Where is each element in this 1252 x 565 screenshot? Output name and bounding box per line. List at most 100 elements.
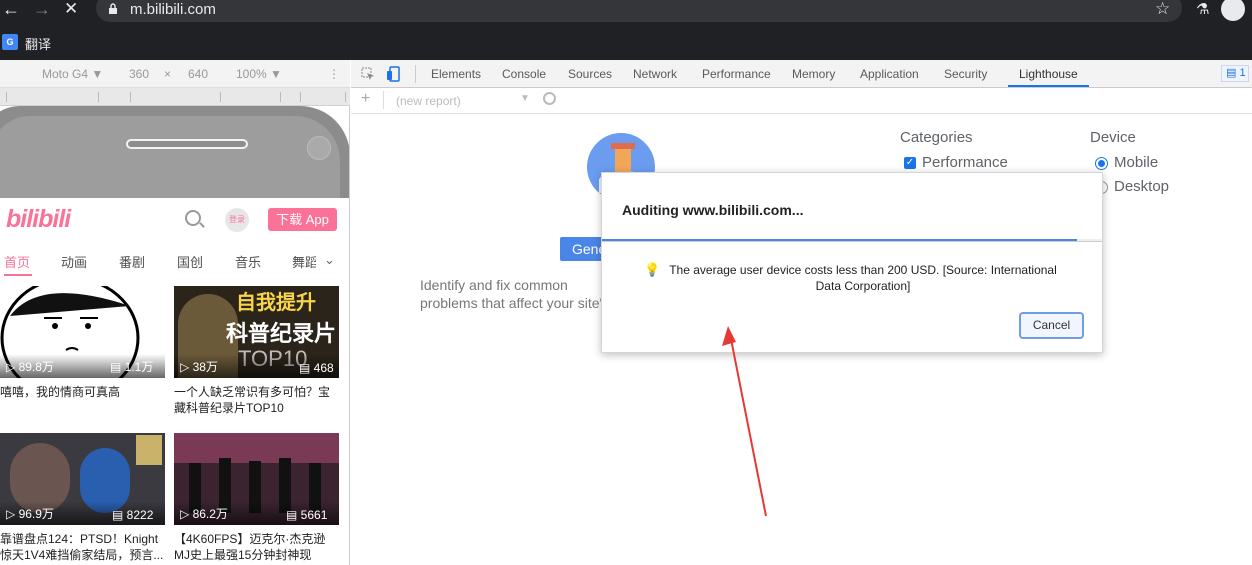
- dialog-tip-message: The average user device costs less than …: [669, 263, 1057, 293]
- dropdown-arrow-icon[interactable]: ▼: [520, 93, 530, 104]
- bilibili-logo[interactable]: bilibili: [6, 205, 71, 234]
- browser-toolbar: ← → ✕ m.bilibili.com ☆ ⚗ G 翻译: [0, 0, 1252, 60]
- video-title[interactable]: 靠谱盘点124：PTSD！Knight惊天1V4难挡偷家结局，预言...: [0, 531, 165, 563]
- play-count-value: 86.2万: [192, 507, 228, 521]
- device-toggle-icon[interactable]: [387, 66, 401, 82]
- labs-flask-icon[interactable]: ⚗: [1196, 0, 1209, 18]
- tab-sources[interactable]: Sources: [568, 67, 612, 81]
- danmaku-count-value: 8222: [126, 508, 154, 522]
- toolbar-divider: [383, 91, 384, 109]
- danmaku-count-value: 5661: [300, 508, 328, 522]
- active-tab-underline: [4, 274, 32, 276]
- tab-application[interactable]: Application: [860, 67, 919, 81]
- thumbnail-caption: 科普纪录片: [226, 321, 337, 346]
- video-thumbnail[interactable]: ▷ 86.2万 ▤ 5661: [174, 433, 339, 525]
- video-title[interactable]: 嘻嘻，我的情商可真高: [0, 384, 165, 400]
- forward-icon[interactable]: →: [33, 0, 51, 20]
- tab-guochuang[interactable]: 国创: [177, 252, 203, 271]
- tab-anime[interactable]: 动画: [61, 252, 87, 271]
- address-bar[interactable]: [96, 0, 1182, 22]
- video-title[interactable]: 一个人缺乏常识有多可怕？宝藏科普纪录片TOP10: [174, 384, 339, 416]
- chevron-down-icon[interactable]: ⌄: [324, 252, 335, 268]
- logo-badge: [136, 435, 162, 465]
- inspect-element-icon[interactable]: [361, 67, 375, 81]
- device-select[interactable]: Moto G4 ▼: [42, 67, 103, 81]
- dialog-divider: [602, 241, 1102, 242]
- tab-lighthouse[interactable]: Lighthouse: [1019, 67, 1078, 81]
- play-count-value: 89.8万: [18, 360, 54, 374]
- category-tabs: 首页 动画 番剧 国创 音乐 舞蹈 ⌄: [0, 250, 349, 276]
- tab-memory[interactable]: Memory: [792, 67, 835, 81]
- video-thumbnail[interactable]: ▷ 96.9万 ▤ 8222: [0, 433, 165, 525]
- lighthouse-toolbar: + (new report) ▼: [351, 88, 1252, 114]
- play-count: ▷ 96.9万: [6, 507, 54, 521]
- dialog-title: Auditing www.bilibili.com...: [622, 202, 804, 218]
- tab-bangumi[interactable]: 番剧: [119, 252, 145, 271]
- back-icon[interactable]: ←: [2, 0, 20, 20]
- annotation-arrow: [722, 326, 767, 517]
- device-viewport: bilibili 登录 下载 App 首页 动画 番剧 国创 音乐 舞蹈 ⌄ ▷…: [0, 106, 350, 565]
- bookmarks-bar: G 翻译: [0, 28, 1252, 60]
- mobile-radio[interactable]: [1095, 157, 1108, 170]
- devtools-tabbar: Elements Console Sources Network Perform…: [351, 60, 1252, 88]
- tab-console[interactable]: Console: [502, 67, 546, 81]
- add-report-icon[interactable]: +: [361, 90, 370, 108]
- play-count: ▷ 38万: [180, 360, 218, 374]
- tab-elements[interactable]: Elements: [431, 67, 481, 81]
- issues-badge[interactable]: ▤ 1: [1221, 65, 1249, 82]
- viewport-width[interactable]: 360: [129, 67, 149, 81]
- search-icon[interactable]: [185, 210, 201, 226]
- viewport-height[interactable]: 640: [188, 67, 208, 81]
- danmaku-count: ▤ 468: [299, 361, 334, 375]
- danmaku-count-value: 468: [313, 361, 334, 375]
- video-title[interactable]: 【4K60FPS】迈克尔·杰克逊MJ史上最强15分钟封神现场！...: [174, 531, 339, 565]
- clear-icon[interactable]: [543, 92, 556, 105]
- phone-frame: [0, 106, 349, 198]
- incognito-profile-icon[interactable]: [1221, 0, 1245, 21]
- play-count-value: 96.9万: [18, 507, 54, 521]
- cancel-button[interactable]: Cancel: [1019, 312, 1084, 339]
- active-tab-underline: [1008, 85, 1089, 87]
- categories-title: Categories: [900, 129, 973, 146]
- danmaku-count: ▤ 5661: [286, 508, 328, 522]
- report-select[interactable]: (new report): [396, 94, 461, 108]
- device-toolbar: Moto G4 ▼ 360 × 640 100% ▼ ⋮: [0, 60, 350, 88]
- play-count: ▷ 89.8万: [6, 360, 54, 374]
- bookmark-star-icon[interactable]: ☆: [1155, 0, 1170, 19]
- tab-network[interactable]: Network: [633, 67, 677, 81]
- tab-music[interactable]: 音乐: [235, 252, 261, 271]
- url-text[interactable]: m.bilibili.com: [130, 1, 216, 18]
- toolbar-divider: [415, 65, 416, 83]
- device-desktop-label[interactable]: Desktop: [1114, 178, 1169, 195]
- lock-icon: [109, 3, 117, 14]
- lighthouse-description: Identify and fix common problems that af…: [420, 276, 610, 316]
- translate-icon: G: [2, 34, 18, 50]
- stop-loading-icon[interactable]: ✕: [64, 0, 78, 20]
- performance-checkbox[interactable]: ✓: [904, 157, 916, 169]
- tab-security[interactable]: Security: [944, 67, 987, 81]
- zoom-select[interactable]: 100% ▼: [236, 67, 282, 81]
- phone-camera: [307, 136, 331, 160]
- more-options-icon[interactable]: ⋮: [328, 67, 340, 81]
- download-app-button[interactable]: 下载 App: [268, 208, 337, 231]
- play-count-value: 38万: [192, 360, 218, 374]
- bookmark-translate[interactable]: 翻译: [25, 34, 51, 53]
- login-avatar[interactable]: 登录: [225, 208, 249, 232]
- device-mobile-label[interactable]: Mobile: [1114, 154, 1158, 171]
- auditing-dialog: Auditing www.bilibili.com... 💡 The avera…: [601, 172, 1103, 353]
- description-text: Identify and fix common problems that af…: [420, 277, 610, 316]
- video-thumbnail[interactable]: 自我提升 科普纪录片 TOP10 ▷ 38万 ▤ 468: [174, 286, 339, 378]
- tab-dance[interactable]: 舞蹈: [292, 252, 316, 271]
- category-performance-label[interactable]: Performance: [922, 154, 1008, 171]
- tab-home[interactable]: 首页: [4, 252, 30, 271]
- video-thumbnail[interactable]: ▷ 89.8万 ▤ 1.1万: [0, 286, 165, 378]
- device-title: Device: [1090, 129, 1136, 146]
- dimension-separator: ×: [164, 67, 172, 81]
- danmaku-count: ▤ 8222: [112, 508, 154, 522]
- phone-speaker: [126, 139, 248, 149]
- play-count: ▷ 86.2万: [180, 507, 228, 521]
- tab-performance[interactable]: Performance: [702, 67, 771, 81]
- media-query-ruler: [0, 88, 350, 106]
- stage-lights: [174, 433, 339, 463]
- danmaku-count: ▤ 1.1万: [110, 360, 154, 374]
